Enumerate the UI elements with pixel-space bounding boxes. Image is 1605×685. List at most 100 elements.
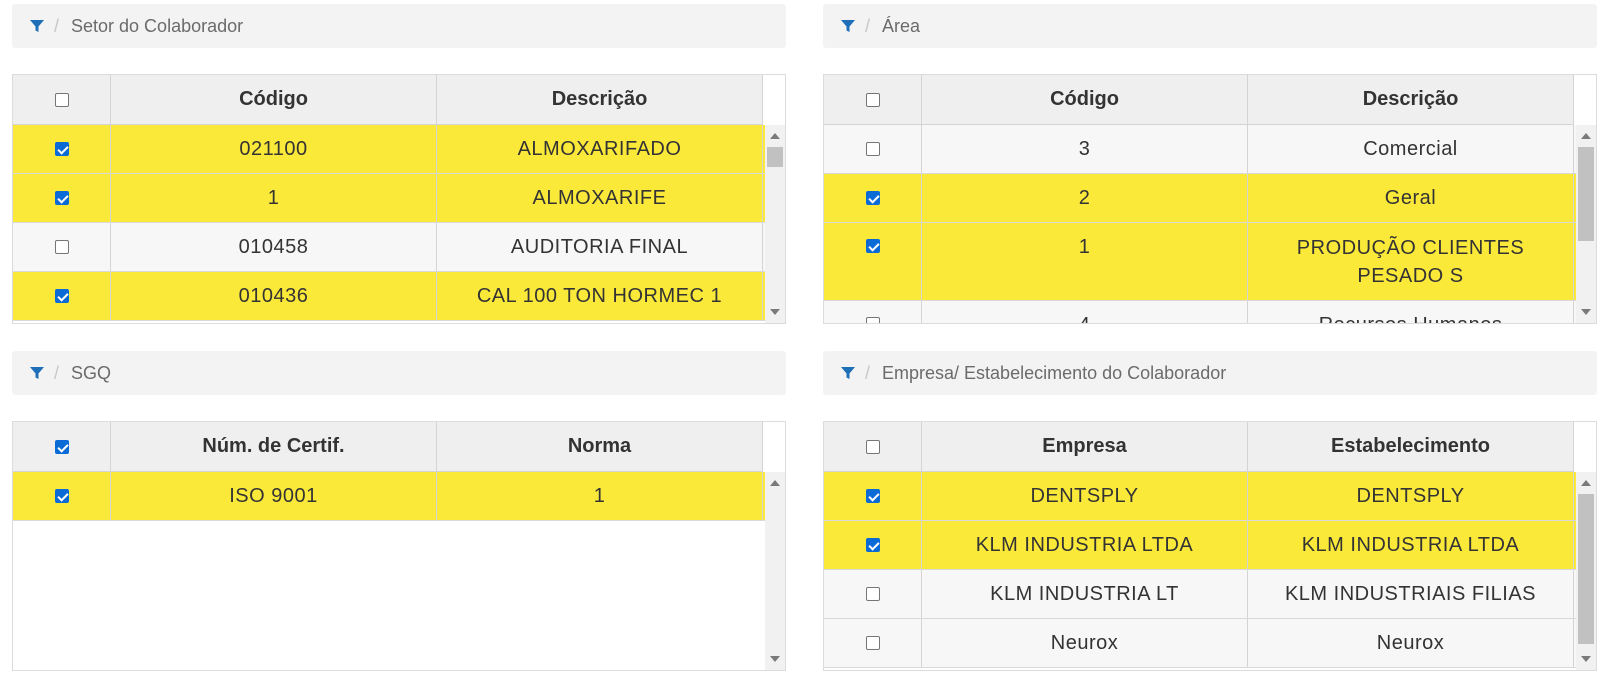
grid-rows: 021100 ALMOXARIFADO 1 ALMOXARIFE 010458 …: [13, 125, 765, 321]
cell-empresa: Neurox: [922, 619, 1248, 667]
vertical-scrollbar[interactable]: [1576, 472, 1596, 670]
cell-estabelecimento: DENTSPLY: [1248, 472, 1574, 520]
column-header[interactable]: Código: [111, 75, 437, 124]
scroll-thumb[interactable]: [1578, 494, 1594, 644]
table-row[interactable]: 4 Recursos Humanos: [824, 301, 1576, 323]
vertical-scrollbar[interactable]: [765, 472, 785, 670]
table-row[interactable]: Neurox Neurox: [824, 619, 1576, 668]
cell-code: 1: [922, 223, 1248, 300]
vertical-scrollbar[interactable]: [765, 125, 785, 323]
column-header[interactable]: Norma: [437, 422, 763, 471]
cell-code: 021100: [111, 125, 437, 173]
panel-area: / Área Código Descrição 3 Comercial 2 Ge…: [823, 4, 1597, 324]
scroll-up-icon[interactable]: [770, 133, 780, 139]
scroll-up-icon[interactable]: [1581, 480, 1591, 486]
vertical-scrollbar[interactable]: [1576, 125, 1596, 323]
grid-header: Núm. de Certif. Norma: [13, 422, 763, 472]
row-checkbox[interactable]: [54, 240, 69, 254]
column-header[interactable]: Núm. de Certif.: [111, 422, 437, 471]
column-header[interactable]: Código: [922, 75, 1248, 124]
row-checkbox[interactable]: [865, 239, 880, 253]
grid-rows: DENTSPLY DENTSPLY KLM INDUSTRIA LTDA KLM…: [824, 472, 1576, 668]
cell-empresa: DENTSPLY: [922, 472, 1248, 520]
row-checkbox[interactable]: [865, 538, 880, 552]
row-checkbox[interactable]: [865, 142, 880, 156]
panel-setor: / Setor do Colaborador Código Descrição …: [12, 4, 786, 324]
row-checkbox[interactable]: [865, 191, 880, 205]
grid-rows: 3 Comercial 2 Geral 1 PRODUÇÃO CLIENTES …: [824, 125, 1576, 323]
table-row[interactable]: DENTSPLY DENTSPLY: [824, 472, 1576, 521]
row-checkbox[interactable]: [54, 191, 69, 205]
grid-rows: ISO 9001 1: [13, 472, 765, 521]
table-row[interactable]: 010436 CAL 100 TON HORMEC 1: [13, 272, 765, 321]
select-all-checkbox[interactable]: [54, 92, 69, 107]
panel-title: Área: [882, 15, 921, 36]
scroll-thumb[interactable]: [767, 147, 783, 167]
table-row[interactable]: KLM INDUSTRIA LTDA KLM INDUSTRIA LTDA: [824, 521, 1576, 570]
panel-title: SGQ: [71, 362, 112, 383]
data-grid: Código Descrição 3 Comercial 2 Geral 1 P…: [823, 74, 1597, 324]
cell-estabelecimento: Neurox: [1248, 619, 1574, 667]
cell-desc: PRODUÇÃO CLIENTES PESADO S: [1248, 223, 1574, 300]
table-row[interactable]: 3 Comercial: [824, 125, 1576, 174]
scroll-down-icon[interactable]: [770, 656, 780, 662]
cell-desc: ALMOXARIFADO: [437, 125, 763, 173]
cell-empresa: KLM INDUSTRIA LTDA: [922, 521, 1248, 569]
cell-code: 010458: [111, 223, 437, 271]
table-row[interactable]: 021100 ALMOXARIFADO: [13, 125, 765, 174]
row-checkbox[interactable]: [865, 317, 880, 323]
cell-code: 010436: [111, 272, 437, 320]
breadcrumb: / SGQ: [12, 351, 786, 395]
scroll-up-icon[interactable]: [770, 480, 780, 486]
select-all-checkbox[interactable]: [54, 439, 69, 454]
panel-empresa: / Empresa/ Estabelecimento do Colaborado…: [823, 351, 1597, 671]
breadcrumb: / Empresa/ Estabelecimento do Colaborado…: [823, 351, 1597, 395]
data-grid: Núm. de Certif. Norma ISO 9001 1: [12, 421, 786, 671]
cell-desc: ALMOXARIFE: [437, 174, 763, 222]
column-header[interactable]: Descrição: [437, 75, 763, 124]
table-row[interactable]: ISO 9001 1: [13, 472, 765, 521]
cell-code: 4: [922, 301, 1248, 323]
cell-code: 3: [922, 125, 1248, 173]
cell-estabelecimento: KLM INDUSTRIAIS FILIAS: [1248, 570, 1574, 618]
cell-desc: 1: [437, 472, 763, 520]
scroll-thumb[interactable]: [1578, 147, 1594, 241]
cell-desc: Recursos Humanos: [1248, 301, 1574, 323]
select-all-checkbox[interactable]: [865, 439, 880, 454]
scroll-down-icon[interactable]: [1581, 309, 1591, 315]
table-row[interactable]: 2 Geral: [824, 174, 1576, 223]
row-checkbox[interactable]: [54, 289, 69, 303]
column-header[interactable]: Descrição: [1248, 75, 1574, 124]
cell-desc: Geral: [1248, 174, 1574, 222]
cell-desc: AUDITORIA FINAL: [437, 223, 763, 271]
table-row[interactable]: 1 PRODUÇÃO CLIENTES PESADO S: [824, 223, 1576, 301]
column-header[interactable]: Empresa: [922, 422, 1248, 471]
filter-icon[interactable]: [841, 366, 855, 380]
grid-header: Código Descrição: [13, 75, 763, 125]
table-row[interactable]: 010458 AUDITORIA FINAL: [13, 223, 765, 272]
scroll-down-icon[interactable]: [1581, 656, 1591, 662]
row-checkbox[interactable]: [54, 489, 69, 503]
row-checkbox[interactable]: [865, 587, 880, 601]
table-row[interactable]: KLM INDUSTRIA LT KLM INDUSTRIAIS FILIAS: [824, 570, 1576, 619]
cell-desc: CAL 100 TON HORMEC 1: [437, 272, 763, 320]
scroll-down-icon[interactable]: [770, 309, 780, 315]
filter-icon[interactable]: [30, 366, 44, 380]
cell-empresa: KLM INDUSTRIA LT: [922, 570, 1248, 618]
select-all-checkbox[interactable]: [865, 92, 880, 107]
panel-title: Empresa/ Estabelecimento do Colaborador: [882, 362, 1227, 383]
row-checkbox[interactable]: [54, 142, 69, 156]
filter-icon[interactable]: [841, 19, 855, 33]
column-header[interactable]: Estabelecimento: [1248, 422, 1574, 471]
data-grid: Empresa Estabelecimento DENTSPLY DENTSPL…: [823, 421, 1597, 671]
row-checkbox[interactable]: [865, 636, 880, 650]
scroll-up-icon[interactable]: [1581, 133, 1591, 139]
cell-estabelecimento: KLM INDUSTRIA LTDA: [1248, 521, 1574, 569]
filter-icon[interactable]: [30, 19, 44, 33]
panel-sgq: / SGQ Núm. de Certif. Norma ISO 9001 1: [12, 351, 786, 671]
cell-desc: Comercial: [1248, 125, 1574, 173]
row-checkbox[interactable]: [865, 489, 880, 503]
table-row[interactable]: 1 ALMOXARIFE: [13, 174, 765, 223]
data-grid: Código Descrição 021100 ALMOXARIFADO 1 A…: [12, 74, 786, 324]
cell-code: ISO 9001: [111, 472, 437, 520]
